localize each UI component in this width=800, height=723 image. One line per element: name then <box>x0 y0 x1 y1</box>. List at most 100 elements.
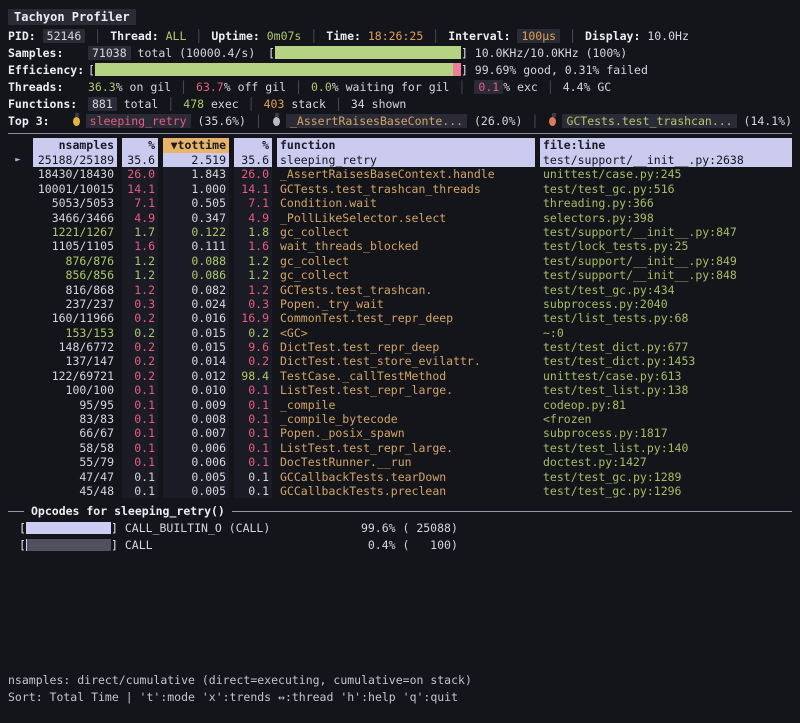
table-row[interactable]: 137/147 0.2 0.014 0.2 DictTest.test_stor… <box>8 354 792 368</box>
cell-file: ~:0 <box>540 326 792 340</box>
exc-label: % exc <box>503 80 538 94</box>
cell-tottime: 0.015 <box>163 326 229 340</box>
table-row[interactable]: 237/237 0.3 0.024 0.3 Popen._try_wait su… <box>8 297 792 311</box>
cell-tottime: 0.016 <box>163 311 229 325</box>
cell-pct2: 1.8 <box>234 225 272 239</box>
table-row[interactable]: 876/876 1.2 0.088 1.2 gc_collect test/su… <box>8 254 792 268</box>
column-header-tottime[interactable]: ▼tottime <box>163 138 229 153</box>
opcode-bar <box>26 522 111 534</box>
gold-medal-icon <box>73 117 80 126</box>
table-row[interactable]: 856/856 1.2 0.086 1.2 gc_collect test/su… <box>8 268 792 282</box>
interval-label: Interval: <box>448 29 510 43</box>
top2-function[interactable]: _AssertRaisesBaseConte... <box>286 114 467 128</box>
column-header-pct2[interactable]: % <box>234 138 272 153</box>
table-row[interactable]: 10001/10015 14.1 1.000 14.1 GCTests.test… <box>8 182 792 196</box>
opcode-stats: 99.6% ( 25088) <box>326 521 458 535</box>
cell-nsamples: 237/237 <box>33 297 117 311</box>
table-row[interactable]: 55/79 0.1 0.006 0.1 DocTestRunner.__run … <box>8 455 792 469</box>
table-row[interactable]: 1105/1105 1.6 0.111 1.6 wait_threads_blo… <box>8 239 792 253</box>
cell-tottime: 0.006 <box>163 455 229 469</box>
table-row[interactable]: 122/69721 0.2 0.012 98.4 TestCase._callT… <box>8 369 792 383</box>
divider: │ <box>538 80 563 94</box>
samples-rate: 10.0KHz/10.0KHz (100%) <box>468 46 627 60</box>
cell-tottime: 0.082 <box>163 283 229 297</box>
cell-file: test/test_gc.py:434 <box>540 283 792 297</box>
cell-pct2: 35.6 <box>234 153 272 167</box>
cell-nsamples: 5053/5053 <box>33 196 117 210</box>
table-row[interactable]: 160/11966 0.2 0.016 16.9 CommonTest.test… <box>8 311 792 325</box>
table-row[interactable]: 816/868 1.2 0.082 1.2 GCTests.test_trash… <box>8 283 792 297</box>
table-row[interactable]: 3466/3466 4.9 0.347 4.9 _PollLikeSelecto… <box>8 211 792 225</box>
cell-function: _PollLikeSelector.select <box>277 211 535 225</box>
column-header-pct1[interactable]: % <box>122 138 158 153</box>
divider: │ <box>423 29 448 43</box>
cell-pct2: 0.1 <box>234 383 272 397</box>
cell-file: test/test_list.py:140 <box>540 441 792 455</box>
divider: │ <box>186 29 211 43</box>
bar-open-bracket: [ <box>19 521 26 535</box>
column-header-file[interactable]: file:line <box>540 138 792 153</box>
top3-function[interactable]: GCTests.test_trashcan... <box>562 114 736 128</box>
cell-function: ListTest.test_repr_large.<locals>.c... <box>277 383 535 397</box>
table-row[interactable]: 100/100 0.1 0.010 0.1 ListTest.test_repr… <box>8 383 792 397</box>
divider: │ <box>560 29 585 43</box>
column-header-nsamples[interactable]: nsamples <box>33 138 117 153</box>
efficiency-bar <box>95 63 461 76</box>
cell-pct1: 0.1 <box>122 470 158 484</box>
cell-nsamples: 3466/3466 <box>33 211 117 225</box>
table-row[interactable]: 66/67 0.1 0.007 0.1 Popen._posix_spawn s… <box>8 426 792 440</box>
cell-tottime: 0.505 <box>163 196 229 210</box>
table-row[interactable]: 153/153 0.2 0.015 0.2 <GC> ~:0 <box>8 326 792 340</box>
threads-row: Threads: 36.3% on gil │ 63.7% off gil │ … <box>8 78 792 95</box>
cell-file: unittest/case.py:245 <box>540 167 792 181</box>
cell-pct2: 0.1 <box>234 441 272 455</box>
on-gil-label: % on gil <box>116 80 171 94</box>
cell-pct2: 26.0 <box>234 167 272 181</box>
cell-pct1: 1.7 <box>122 225 158 239</box>
pid-value: 52146 <box>43 29 86 43</box>
cell-function: Popen._try_wait <box>277 297 535 311</box>
table-row[interactable]: 45/48 0.1 0.005 0.1 GCCallbackTests.prec… <box>8 484 792 498</box>
footer-legend: nsamples: direct/cumulative (direct=exec… <box>8 671 472 688</box>
display-label: Display: <box>585 29 640 43</box>
selected-row-arrow-icon: ► <box>8 153 28 167</box>
cell-pct2: 0.1 <box>234 426 272 440</box>
divider: │ <box>522 114 547 128</box>
table-row[interactable]: 47/47 0.1 0.005 0.1 GCCallbackTests.tear… <box>8 470 792 484</box>
top1-function[interactable]: sleeping_retry <box>86 114 191 128</box>
top3-row: Top 3: sleeping_retry (35.6%) │ _AssertR… <box>8 112 792 129</box>
table-row[interactable]: ► 25188/25189 35.6 2.519 35.6 sleeping_r… <box>8 153 792 167</box>
opcode-row: [] CALL 0.4% ( 100) <box>8 536 792 553</box>
cell-file: unittest/case.py:613 <box>540 369 792 383</box>
cell-nsamples: 25188/25189 <box>33 153 117 167</box>
cell-file: selectors.py:398 <box>540 211 792 225</box>
thread-value[interactable]: ALL <box>166 29 187 43</box>
cell-pct1: 1.6 <box>122 239 158 253</box>
cell-file: test/support/__init__.py:849 <box>540 254 792 268</box>
divider: │ <box>171 80 196 94</box>
cell-tottime: 0.005 <box>163 470 229 484</box>
cell-nsamples: 137/147 <box>33 354 117 368</box>
on-gil-value: 36.3 <box>88 80 116 94</box>
table-row[interactable]: 148/6772 0.2 0.015 9.6 DictTest.test_rep… <box>8 340 792 354</box>
table-row[interactable]: 95/95 0.1 0.009 0.1 _compile codeop.py:8… <box>8 398 792 412</box>
cell-tottime: 0.122 <box>163 225 229 239</box>
table-row[interactable]: 18430/18430 26.0 1.843 26.0 _AssertRaise… <box>8 167 792 181</box>
cell-pct1: 0.2 <box>122 311 158 325</box>
table-row[interactable]: 5053/5053 7.1 0.505 7.1 Condition.wait t… <box>8 196 792 210</box>
divider: │ <box>158 97 183 111</box>
cell-pct2: 9.6 <box>234 340 272 354</box>
cell-file: test/support/__init__.py:2638 <box>540 153 792 167</box>
off-gil-label: % off gil <box>224 80 286 94</box>
bar-close-bracket: ] <box>461 63 468 77</box>
table-row[interactable]: 58/58 0.1 0.006 0.1 ListTest.test_repr_l… <box>8 441 792 455</box>
table-row[interactable]: 83/83 0.1 0.008 0.1 _compile_bytecode <f… <box>8 412 792 426</box>
opcodes-section-header: Opcodes for sleeping_retry() <box>8 503 792 519</box>
cell-nsamples: 83/83 <box>33 412 117 426</box>
cell-function: ListTest.test_repr_large.<locals>.c... <box>277 441 535 455</box>
cell-file: test/list_tests.py:68 <box>540 311 792 325</box>
functions-total-label: total <box>117 97 159 111</box>
column-header-function[interactable]: function <box>277 138 535 153</box>
cell-function: DocTestRunner.__run <box>277 455 535 469</box>
table-row[interactable]: 1221/1267 1.7 0.122 1.8 gc_collect test/… <box>8 225 792 239</box>
